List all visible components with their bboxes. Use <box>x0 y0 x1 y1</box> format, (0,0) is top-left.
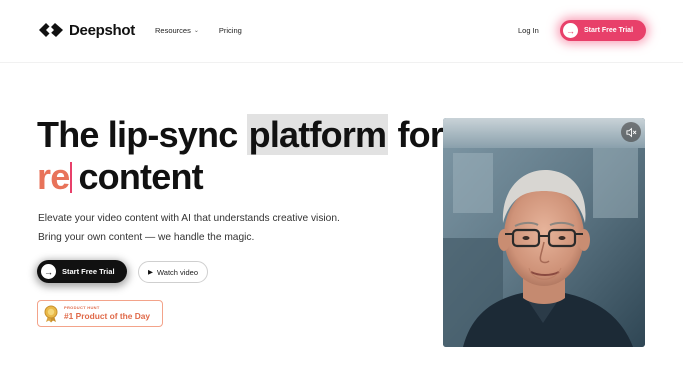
login-link[interactable]: Log In <box>518 26 539 35</box>
nav-start-trial-button[interactable]: → Start Free Trial <box>560 20 646 41</box>
badge-text: PRODUCT HUNT #1 Product of the Day <box>64 305 151 322</box>
hero-start-trial-button[interactable]: → Start Free Trial <box>37 260 127 283</box>
top-navigation: Deepshot Resources ⌄ Pricing Log In → St… <box>0 0 683 62</box>
watch-video-button[interactable]: ▶ Watch video <box>138 261 208 283</box>
nav-link-label: Resources <box>155 26 191 35</box>
nav-link-label: Pricing <box>218 26 242 35</box>
mute-toggle[interactable] <box>621 122 641 142</box>
deepshot-logo-icon <box>39 23 63 37</box>
nav-links: Resources ⌄ Pricing <box>155 26 242 35</box>
brand-logo[interactable]: Deepshot <box>38 21 135 39</box>
typing-cursor <box>70 162 73 193</box>
nav-cta-label: Start Free Trial <box>584 27 634 34</box>
play-icon: ▶ <box>148 269 153 276</box>
primary-cta-label: Start Free Trial <box>62 267 115 276</box>
secondary-cta-label: Watch video <box>157 267 198 277</box>
product-hunt-badge[interactable]: PRODUCT HUNT #1 Product of the Day <box>37 300 163 327</box>
nav-link-pricing[interactable]: Pricing <box>219 26 242 35</box>
speaker-muted-icon <box>625 127 636 137</box>
headline-highlight: platform <box>246 114 389 155</box>
nav-divider <box>0 62 683 63</box>
typed-word: re <box>37 156 70 197</box>
arrow-right-icon: → <box>41 264 56 279</box>
badge-small-text: PRODUCT HUNT <box>64 305 100 311</box>
badge-title: #1 Product of the Day <box>64 311 151 322</box>
hero-video[interactable] <box>443 118 645 347</box>
subtitle-line-1: Elevate your video content with AI that … <box>38 213 340 224</box>
headline-text-1: The lip-sync <box>37 114 247 155</box>
arrow-right-icon: → <box>563 23 578 38</box>
headline-line-2: re content <box>37 156 443 198</box>
hero-headline: The lip-sync platform for re content <box>37 114 444 198</box>
chevron-down-icon: ⌄ <box>193 28 199 34</box>
video-frame-image <box>443 118 645 347</box>
hero-subtitle: Elevate your video content with AI that … <box>38 209 340 247</box>
subtitle-line-2: Bring your own content — we handle the m… <box>38 232 255 243</box>
medal-icon <box>44 305 58 322</box>
headline-text-2: for <box>388 114 444 155</box>
headline-text-3: content <box>78 156 203 197</box>
brand-name: Deepshot <box>69 21 135 39</box>
nav-link-resources[interactable]: Resources ⌄ <box>155 26 199 35</box>
